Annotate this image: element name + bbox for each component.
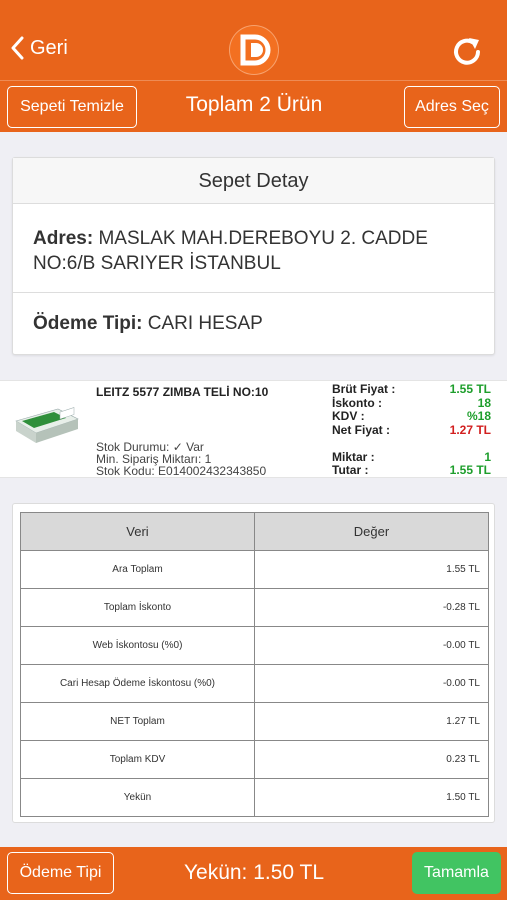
table-row: Toplam İskonto -0.28 TL bbox=[20, 588, 489, 627]
column-header-data: Veri bbox=[20, 512, 255, 551]
net-price-value: 1.27 TL bbox=[449, 422, 491, 437]
kdv-value: %18 bbox=[466, 409, 491, 423]
product-name: LEITZ 5577 ZIMBA TELİ NO:10 bbox=[96, 385, 269, 399]
row-label: Ara Toplam bbox=[20, 550, 255, 589]
summary-table: Veri Değer Ara Toplam 1.55 TL Toplam İsk… bbox=[20, 512, 489, 817]
clear-cart-button[interactable]: Sepeti Temizle bbox=[7, 86, 137, 128]
summary-card: Veri Değer Ara Toplam 1.55 TL Toplam İsk… bbox=[12, 503, 495, 823]
row-value: 1.27 TL bbox=[254, 702, 489, 741]
address-label: Adres: bbox=[33, 228, 94, 249]
discount-label: İskonto : bbox=[332, 395, 382, 410]
payment-type-button[interactable]: Ödeme Tipi bbox=[7, 852, 114, 894]
table-row: Toplam KDV 0.23 TL bbox=[20, 740, 489, 779]
back-label: Geri bbox=[30, 36, 68, 59]
product-info: Stok Durumu: ✓ Var Min. Sipariş Miktarı:… bbox=[96, 441, 266, 477]
payment-type-label: Ödeme Tipi: bbox=[33, 313, 143, 334]
row-value: -0.00 TL bbox=[254, 626, 489, 665]
cart-detail-title: Sepet Detay bbox=[13, 158, 494, 204]
table-row: Ara Toplam 1.55 TL bbox=[20, 550, 489, 589]
row-label: NET Toplam bbox=[20, 702, 255, 741]
row-label: Toplam İskonto bbox=[20, 588, 255, 627]
amount-label: Tutar : bbox=[332, 463, 369, 477]
nav-bar: Geri bbox=[0, 0, 507, 80]
row-label: Toplam KDV bbox=[20, 740, 255, 779]
gross-price-label: Brüt Fiyat : bbox=[332, 382, 396, 396]
payment-type-row: Ödeme Tipi: CARI HESAP bbox=[13, 293, 494, 355]
row-label: Cari Hesap Ödeme İskontosu (%0) bbox=[20, 664, 255, 703]
quantity-value: 1 bbox=[484, 449, 491, 464]
kdv-label: KDV : bbox=[332, 409, 365, 423]
table-row: NET Toplam 1.27 TL bbox=[20, 702, 489, 741]
address-row: Adres: MASLAK MAH.DEREBOYU 2. CADDE NO:6… bbox=[13, 204, 494, 293]
back-button[interactable]: Geri bbox=[10, 36, 68, 60]
row-value: -0.00 TL bbox=[254, 664, 489, 703]
discount-value: 18 bbox=[477, 395, 491, 410]
row-value: 0.23 TL bbox=[254, 740, 489, 779]
amount-value: 1.55 TL bbox=[449, 463, 491, 477]
address-value: MASLAK MAH.DEREBOYU 2. CADDE NO:6/B SARI… bbox=[33, 228, 428, 274]
net-price-label: Net Fiyat : bbox=[332, 422, 391, 437]
row-value: 1.50 TL bbox=[254, 778, 489, 817]
table-row: Cari Hesap Ödeme İskontosu (%0) -0.00 TL bbox=[20, 664, 489, 703]
price-values: 1.55 TL 18 %18 1.27 TL 1 1.55 TL bbox=[401, 382, 491, 478]
row-label: Yekün bbox=[20, 778, 255, 817]
cart-toolbar: Sepeti Temizle Toplam 2 Ürün Adres Seç bbox=[0, 80, 507, 132]
brand-logo bbox=[229, 25, 279, 75]
row-label: Web İskontosu (%0) bbox=[20, 626, 255, 665]
payment-type-value: CARI HESAP bbox=[147, 313, 263, 334]
checkout-bar: Ödeme Tipi Yekün: 1.50 TL Tamamla bbox=[0, 847, 507, 900]
gross-price-value: 1.55 TL bbox=[449, 382, 491, 396]
quantity-label: Miktar : bbox=[332, 449, 375, 464]
grand-total: Yekün: 1.50 TL bbox=[183, 861, 325, 884]
cart-product-item[interactable]: LEITZ 5577 ZIMBA TELİ NO:10 Stok Durumu:… bbox=[0, 380, 507, 478]
price-labels: Brüt Fiyat : İskonto : KDV : Net Fiyat :… bbox=[332, 382, 396, 478]
row-value: -0.28 TL bbox=[254, 588, 489, 627]
cart-item-count-title: Toplam 2 Ürün bbox=[185, 93, 323, 116]
select-address-button[interactable]: Adres Seç bbox=[404, 86, 500, 128]
refresh-icon[interactable] bbox=[452, 37, 484, 67]
stock-code: Stok Kodu: E014002432343850 bbox=[96, 464, 267, 478]
row-value: 1.55 TL bbox=[254, 550, 489, 589]
product-image bbox=[15, 407, 79, 443]
column-header-value: Değer bbox=[254, 512, 489, 551]
table-row: Yekün 1.50 TL bbox=[20, 778, 489, 817]
chevron-left-icon bbox=[11, 36, 24, 60]
complete-order-button[interactable]: Tamamla bbox=[412, 852, 501, 894]
table-row: Web İskontosu (%0) -0.00 TL bbox=[20, 626, 489, 665]
cart-detail-card: Sepet Detay Adres: MASLAK MAH.DEREBOYU 2… bbox=[12, 157, 495, 355]
